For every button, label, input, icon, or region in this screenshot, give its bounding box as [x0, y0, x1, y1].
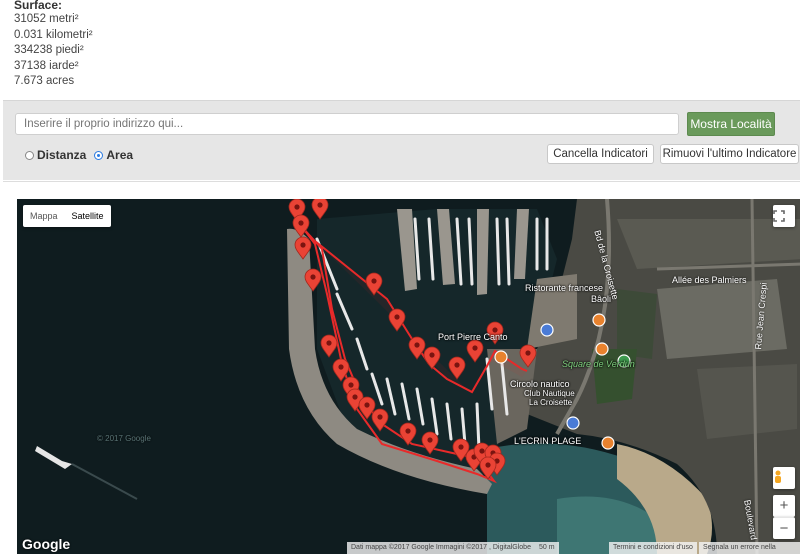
surface-square-yards: 37138 iarde²: [14, 59, 79, 72]
map-type-satellite-button[interactable]: Satellite: [65, 205, 111, 227]
map-marker-icon[interactable]: [423, 346, 441, 370]
results-panel: Surface: 31052 metri² 0.031 kilometri² 3…: [0, 0, 800, 100]
fullscreen-icon[interactable]: [773, 205, 795, 227]
poi-icon[interactable]: [494, 350, 508, 364]
zoom-out-button[interactable]: −: [773, 517, 795, 539]
map-marker-icon[interactable]: [421, 431, 439, 455]
radio-area-label[interactable]: Area: [106, 148, 133, 162]
label-restaurant-name: Bâoli: [591, 294, 612, 304]
map-marker-icon[interactable]: [466, 339, 484, 363]
map-marker-icon[interactable]: [388, 308, 406, 332]
label-beach: L'ECRIN PLAGE: [514, 436, 582, 446]
map-marker-icon[interactable]: [320, 334, 338, 358]
poi-icon[interactable]: [601, 436, 615, 450]
label-square: Square de Verdun: [562, 359, 635, 369]
map-type-map-button[interactable]: Mappa: [23, 205, 65, 227]
control-panel: Mostra Località Distanza Area Cancella I…: [3, 100, 800, 180]
label-copyright: © 2017 Google: [97, 434, 151, 443]
map-marker-icon[interactable]: [448, 356, 466, 380]
label-club-name2: La Croisette: [529, 398, 573, 407]
label-port: Port Pierre Canto: [438, 332, 508, 342]
clear-markers-button[interactable]: Cancella Indicatori: [547, 144, 654, 164]
map-marker-icon[interactable]: [304, 268, 322, 292]
label-restaurant: Ristorante francese: [525, 283, 604, 293]
zoom-in-button[interactable]: +: [773, 495, 795, 517]
mode-radio-group: Distanza Area: [25, 148, 141, 162]
report-error-link[interactable]: Segnala un errore nella mappa: [699, 542, 800, 554]
map-canvas[interactable]: Port Pierre Canto Ristorante francese Bâ…: [17, 199, 800, 554]
terms-link[interactable]: Termini e condizioni d'uso: [609, 542, 697, 554]
map-scale[interactable]: 50 m: [535, 542, 559, 554]
poi-icon[interactable]: [595, 342, 609, 356]
map-attribution: Dati mappa ©2017 Google Immagini ©2017 ,…: [347, 542, 535, 554]
surface-square-kilometers: 0.031 kilometri²: [14, 28, 93, 41]
map-frame: Port Pierre Canto Ristorante francese Bâ…: [3, 181, 800, 554]
remove-last-marker-button[interactable]: Rimuovi l'ultimo Indicatore: [660, 144, 799, 164]
radio-distance[interactable]: [25, 150, 34, 160]
poi-icon[interactable]: [592, 313, 606, 327]
map-marker-icon[interactable]: [519, 344, 537, 368]
map-marker-icon[interactable]: [365, 272, 383, 296]
google-logo: Google: [22, 536, 71, 552]
surface-square-meters: 31052 metri²: [14, 13, 79, 25]
map-marker-icon[interactable]: [399, 422, 417, 446]
map-marker-icon[interactable]: [408, 336, 426, 360]
radio-area[interactable]: [94, 150, 104, 160]
show-location-button[interactable]: Mostra Località: [687, 112, 775, 136]
radio-distance-label[interactable]: Distanza: [37, 148, 86, 162]
map-marker-icon[interactable]: [479, 456, 497, 480]
pegman-icon[interactable]: [773, 467, 795, 489]
surface-square-feet: 334238 piedi²: [14, 44, 84, 56]
map-marker-icon[interactable]: [311, 199, 329, 220]
label-allee: Allée des Palmiers: [672, 275, 747, 285]
map-marker-icon[interactable]: [371, 408, 389, 432]
map-marker-icon[interactable]: [332, 358, 350, 382]
label-club: Circolo nautico: [510, 379, 570, 389]
poi-icon[interactable]: [566, 416, 580, 430]
poi-icon[interactable]: [540, 323, 554, 337]
marker-layer: [288, 199, 631, 480]
surface-title: Surface:: [14, 0, 63, 12]
label-club-name1: Club Nautique: [524, 389, 575, 398]
map-type-control: Mappa Satellite: [23, 205, 111, 227]
address-input[interactable]: [15, 113, 679, 135]
map-marker-icon[interactable]: [292, 214, 310, 238]
map-marker-icon[interactable]: [294, 236, 312, 260]
surface-acres: 7.673 acres: [14, 75, 75, 87]
